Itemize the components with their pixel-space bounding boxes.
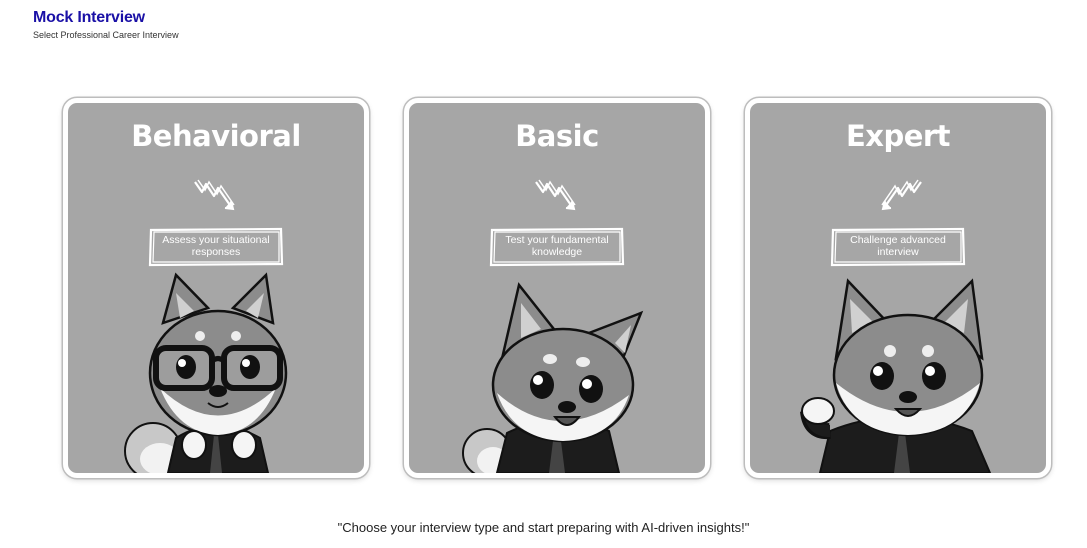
- arrow-down-left-icon: [881, 179, 922, 211]
- card-tag-box: Challenge advanced interview: [830, 227, 966, 267]
- card-tag-box: Test your fundamental knowledge: [489, 227, 625, 267]
- shiba-wave-icon: [800, 278, 992, 473]
- shiba-glasses-icon: [124, 272, 288, 473]
- shiba-smile-icon: [462, 282, 644, 473]
- card-title: Expert: [845, 119, 951, 153]
- card-tagline: Test your fundamental knowledge: [505, 234, 609, 258]
- expert-interview-card[interactable]: Expert Challenge advanced interview: [745, 98, 1051, 478]
- card-title: Behavioral: [131, 119, 301, 153]
- page-subtitle: Select Professional Career Interview: [33, 30, 179, 40]
- card-title: Basic: [515, 119, 599, 153]
- card-tagline: Challenge advanced interview: [850, 234, 946, 258]
- arrow-down-right-icon: [194, 179, 235, 211]
- basic-interview-card[interactable]: Basic Test your fundamental knowledge: [404, 98, 710, 478]
- page-header: Mock Interview Select Professional Caree…: [33, 9, 179, 41]
- card-tag-box: Assess your situational responses: [148, 227, 284, 267]
- arrow-down-right-icon: [535, 179, 576, 211]
- footer-tagline: "Choose your interview type and start pr…: [337, 520, 750, 535]
- card-tagline: Assess your situational responses: [162, 234, 270, 258]
- behavioral-interview-card[interactable]: Behavioral Assess your situational respo…: [63, 98, 369, 478]
- page-title: Mock Interview: [33, 9, 145, 26]
